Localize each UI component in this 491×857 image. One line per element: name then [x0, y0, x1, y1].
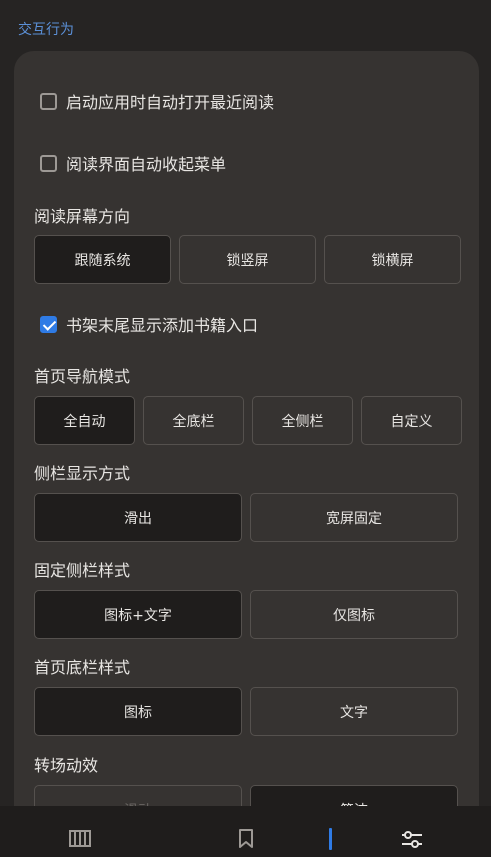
- sidebar-display-title: 侧栏显示方式: [34, 464, 131, 483]
- home-nav-mode-title: 首页导航模式: [34, 367, 131, 386]
- option-lock-landscape[interactable]: 锁横屏: [324, 235, 461, 284]
- option-widescreen-fixed[interactable]: 宽屏固定: [250, 493, 458, 542]
- option-custom[interactable]: 自定义: [361, 396, 462, 445]
- option-slide-out[interactable]: 滑出: [34, 493, 242, 542]
- reading-orientation-title: 阅读屏幕方向: [34, 207, 131, 226]
- checkbox-auto-hide-menu[interactable]: 阅读界面自动收起菜单: [40, 151, 226, 175]
- home-bottom-bar-style-title: 首页底栏样式: [34, 658, 131, 677]
- option-icon[interactable]: 图标: [34, 687, 242, 736]
- option-lock-portrait[interactable]: 锁竖屏: [179, 235, 316, 284]
- option-follow-system[interactable]: 跟随系统: [34, 235, 171, 284]
- checkbox-icon: [40, 154, 57, 172]
- home-nav-mode-options: 全自动 全底栏 全侧栏 自定义: [34, 396, 462, 445]
- option-icon-and-text[interactable]: 图标+文字: [34, 590, 242, 639]
- checkbox-label: 书架末尾显示添加书籍入口: [66, 316, 259, 335]
- settings-sliders-icon[interactable]: [401, 830, 423, 854]
- option-full-bottom-bar[interactable]: 全底栏: [143, 396, 244, 445]
- checkbox-label: 阅读界面自动收起菜单: [66, 155, 227, 174]
- fixed-sidebar-style-title: 固定侧栏样式: [34, 561, 131, 580]
- reading-orientation-options: 跟随系统 锁竖屏 锁横屏: [34, 235, 461, 284]
- sidebar-display-options: 滑出 宽屏固定: [34, 493, 458, 542]
- option-full-auto[interactable]: 全自动: [34, 396, 135, 445]
- option-full-sidebar[interactable]: 全侧栏: [252, 396, 353, 445]
- bottom-nav: [0, 806, 491, 857]
- transition-effect-title: 转场动效: [34, 756, 99, 775]
- settings-card: 启动应用时自动打开最近阅读 阅读界面自动收起菜单 阅读屏幕方向 跟随系统 锁竖屏…: [14, 51, 479, 841]
- divider-icon[interactable]: [329, 828, 333, 854]
- section-title: 交互行为: [18, 22, 74, 38]
- checkbox-icon: [40, 92, 57, 110]
- option-icon-only[interactable]: 仅图标: [250, 590, 458, 639]
- checkbox-auto-open-recent[interactable]: 启动应用时自动打开最近阅读: [40, 89, 274, 113]
- home-bottom-bar-style-options: 图标 文字: [34, 687, 458, 736]
- bookmark-icon[interactable]: [238, 829, 254, 853]
- fixed-sidebar-style-options: 图标+文字 仅图标: [34, 590, 458, 639]
- bookshelf-icon[interactable]: [69, 830, 91, 851]
- option-text[interactable]: 文字: [250, 687, 458, 736]
- checkbox-add-book-entry[interactable]: 书架末尾显示添加书籍入口: [40, 312, 258, 336]
- checkbox-label: 启动应用时自动打开最近阅读: [66, 93, 275, 112]
- checkbox-checked-icon: [40, 315, 57, 333]
